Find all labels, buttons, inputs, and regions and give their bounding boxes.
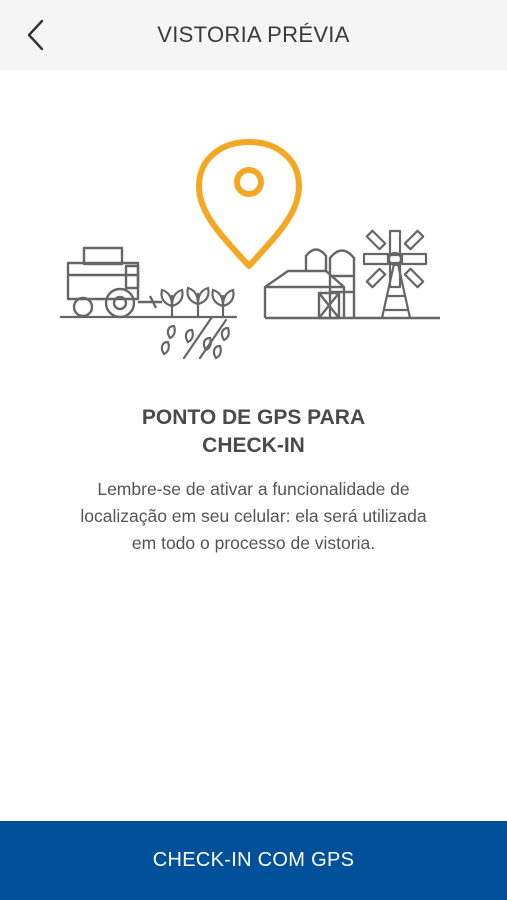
app-screen: VISTORIA PRÉVIA PONTO DE GPS PARA CHECK-… (0, 0, 507, 900)
description-line-1: Lembre-se de ativar a funcionalidade de (97, 479, 410, 499)
checkin-gps-button[interactable]: CHECK-IN COM GPS (0, 821, 507, 900)
farmhouse-icon (263, 269, 346, 320)
description-line-2: localização em seu celular: ela será uti… (80, 506, 427, 526)
heading-line-1: PONTO DE GPS PARA (141, 406, 366, 429)
page-title: VISTORIA PRÉVIA (157, 22, 350, 47)
harvester-icon (66, 246, 162, 319)
description-line-3: em todo o processo de vistoria. (131, 533, 376, 553)
silo-icon (304, 248, 356, 318)
heading-line-2: CHECK-IN (202, 434, 305, 457)
map-pin-icon (196, 139, 302, 269)
location-reminder-text: Lembre-se de ativar a funcionalidade de … (40, 476, 467, 557)
gps-checkin-heading: PONTO DE GPS PARA CHECK-IN (40, 404, 467, 460)
top-bar: VISTORIA PRÉVIA (0, 0, 507, 70)
farm-gps-illustration (60, 139, 440, 360)
windmill-icon (362, 229, 428, 319)
